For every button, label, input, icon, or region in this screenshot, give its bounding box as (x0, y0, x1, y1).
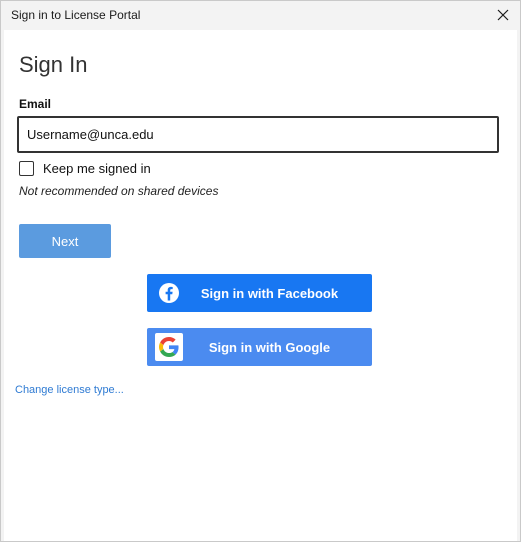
window-title: Sign in to License Portal (11, 8, 141, 22)
page-title: Sign In (19, 52, 88, 77)
close-icon (497, 9, 509, 21)
facebook-sign-in-button[interactable]: Sign in with Facebook (147, 274, 372, 312)
email-field[interactable] (17, 116, 499, 153)
close-button[interactable] (490, 3, 516, 27)
title-bar: Sign in to License Portal (1, 1, 520, 29)
google-icon (151, 328, 187, 366)
sign-in-panel: Sign In Email Keep me signed in Not reco… (4, 30, 517, 541)
facebook-sign-in-label: Sign in with Facebook (200, 285, 339, 301)
email-label: Email (19, 97, 52, 111)
keep-signed-in-label[interactable]: Keep me signed in (43, 161, 151, 176)
shared-device-hint: Not recommended on shared devices (19, 184, 219, 198)
change-license-type-link[interactable]: Change license type... (15, 384, 124, 396)
google-sign-in-label: Sign in with Google (208, 339, 331, 355)
next-button[interactable]: Next (19, 224, 111, 258)
facebook-icon (151, 274, 187, 312)
sign-in-window: Sign in to License Portal Sign In Email … (0, 0, 521, 542)
google-sign-in-button[interactable]: Sign in with Google (147, 328, 372, 366)
keep-signed-in-row[interactable]: Keep me signed in (19, 161, 151, 176)
keep-signed-in-checkbox[interactable] (19, 161, 34, 176)
